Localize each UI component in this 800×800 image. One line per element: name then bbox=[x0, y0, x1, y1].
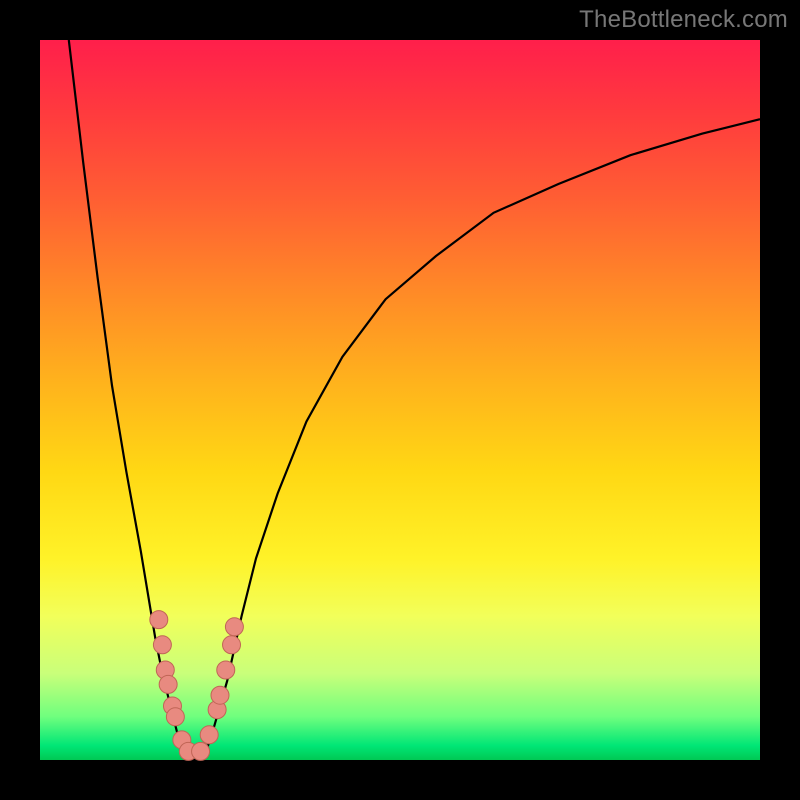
marker-dot bbox=[223, 636, 241, 654]
chart-frame: TheBottleneck.com bbox=[0, 0, 800, 800]
chart-svg bbox=[40, 40, 760, 760]
marker-dot bbox=[192, 742, 210, 760]
marker-cluster bbox=[150, 611, 244, 761]
bottleneck-curve bbox=[69, 40, 760, 760]
marker-dot bbox=[153, 636, 171, 654]
watermark-text: TheBottleneck.com bbox=[579, 6, 788, 34]
marker-dot bbox=[217, 661, 235, 679]
marker-dot bbox=[159, 675, 177, 693]
marker-dot bbox=[225, 618, 243, 636]
marker-dot bbox=[211, 686, 229, 704]
curve-right-branch bbox=[206, 119, 760, 753]
marker-dot bbox=[150, 611, 168, 629]
marker-dot bbox=[200, 726, 218, 744]
marker-dot bbox=[166, 708, 184, 726]
